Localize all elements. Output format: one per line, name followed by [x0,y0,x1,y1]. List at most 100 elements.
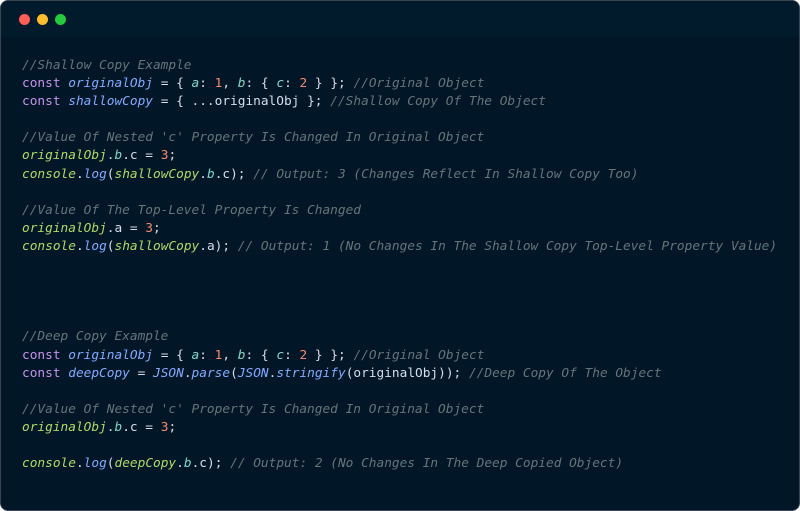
code-line: //Value Of Nested 'c' Property Is Change… [22,129,777,147]
code-token: deepCopy [68,365,130,381]
code-token: : [199,347,215,363]
code-token: b [237,347,246,363]
code-line: console.log(shallowCopy.a); // Output: 1… [22,238,777,256]
code-token: b [206,166,215,182]
code-token: parse [191,365,231,381]
code-token: , [222,76,238,92]
code-token: .c = [122,419,161,435]
code-block: //Shallow Copy Example const originalObj … [22,57,777,473]
code-comment: //Value Of The Top-Level Property Is Cha… [22,202,361,218]
code-token: JSON [237,365,269,381]
code-line: //Value Of The Top-Level Property Is Cha… [22,202,777,220]
code-line: const originalObj = { a: 1, b: { c: 2 } … [22,347,777,365]
code-token: originalObj [22,419,107,435]
code-token: .c = [122,148,161,164]
code-token: : { [245,347,277,363]
code-token: deepCopy [114,456,177,472]
code-line: originalObj.a = 3; [22,220,777,238]
code-token: .c); [214,166,254,182]
code-comment: //Original Object [353,76,485,92]
code-token: ; [153,220,161,236]
code-token: . [75,238,84,254]
code-token: , [222,347,238,363]
code-token: : [284,76,300,92]
close-dot-icon[interactable] [19,14,30,25]
code-line: const deepCopy = JSON.parse(JSON.stringi… [22,365,777,383]
code-line: console.log(shallowCopy.b.c); // Output:… [22,166,777,184]
code-token: log [83,456,107,472]
code-line: console.log(deepCopy.b.c); // Output: 2 … [22,455,777,473]
code-token: const [22,347,69,363]
code-comment: //Shallow Copy Of The Object [330,94,546,110]
code-token: (originalObj)); [345,365,469,381]
code-token: log [83,238,107,254]
code-line: const originalObj = { a: 1, b: { c: 2 } … [22,75,777,93]
code-token: originalObj [68,347,153,363]
code-token: console [22,166,76,182]
code-token: const [22,76,69,92]
code-line: originalObj.b.c = 3; [22,147,777,165]
code-window: //Shallow Copy Example const originalObj … [0,0,800,511]
code-token: : [284,347,300,363]
code-token: . [75,456,84,472]
minimize-dot-icon[interactable] [37,14,48,25]
code-line: originalObj.b.c = 3; [22,419,777,437]
code-token: ( [106,456,115,472]
code-token: shallowCopy [68,94,153,110]
code-token: 3 [145,220,153,236]
code-comment: //Deep Copy Example [22,329,169,345]
code-comment: //Shallow Copy Example [22,58,192,73]
code-token: stringify [276,365,346,381]
code-token: shallowCopy [114,166,200,182]
code-comment: // Output: 3 (Changes Reflect In Shallow… [253,166,639,182]
code-token: .c); [191,456,231,472]
code-comment: // Output: 1 (No Changes In The Shallow … [237,238,778,254]
code-token: JSON [153,365,184,381]
code-token: . [183,365,192,381]
code-line: //Shallow Copy Example [22,57,777,75]
code-token: c [276,76,285,92]
code-line: //Deep Copy Example [22,328,777,346]
maximize-dot-icon[interactable] [55,14,66,25]
code-token: . [176,456,184,472]
code-token: ( [106,238,115,254]
code-token: ; [168,148,177,164]
code-token: .a = [106,220,146,236]
code-token: const [22,365,69,381]
code-comment: //Value Of Nested 'c' Property Is Change… [22,401,485,417]
code-token: = { ... [152,94,215,110]
code-token: originalObj [68,76,153,92]
code-token: . [199,166,207,182]
code-comment: // Output: 2 (No Changes In The Deep Cop… [230,456,624,472]
code-line: const shallowCopy = { ...originalObj }; … [22,93,777,111]
code-token: : { [245,76,277,92]
code-token: . [75,166,84,182]
code-token: ( [106,166,115,182]
code-comment: //Original Object [353,347,485,363]
code-token: log [83,166,107,182]
code-token: }; [299,94,331,110]
code-token: b [183,456,192,472]
code-token: } }; [307,76,354,92]
code-token: ( [230,365,238,381]
code-token: = [129,365,153,381]
code-token: c [276,347,285,363]
title-bar [1,1,799,37]
code-token: = { [152,347,192,363]
code-token: } }; [307,347,354,363]
code-line: //Value Of Nested 'c' Property Is Change… [22,401,777,419]
code-token: console [22,456,76,472]
code-token: = { [152,76,192,92]
code-token: : [199,76,215,92]
code-token: originalObj [214,94,300,110]
code-token: .a); [199,238,238,254]
code-token: originalObj [22,148,107,164]
code-token: shallowCopy [114,238,200,254]
